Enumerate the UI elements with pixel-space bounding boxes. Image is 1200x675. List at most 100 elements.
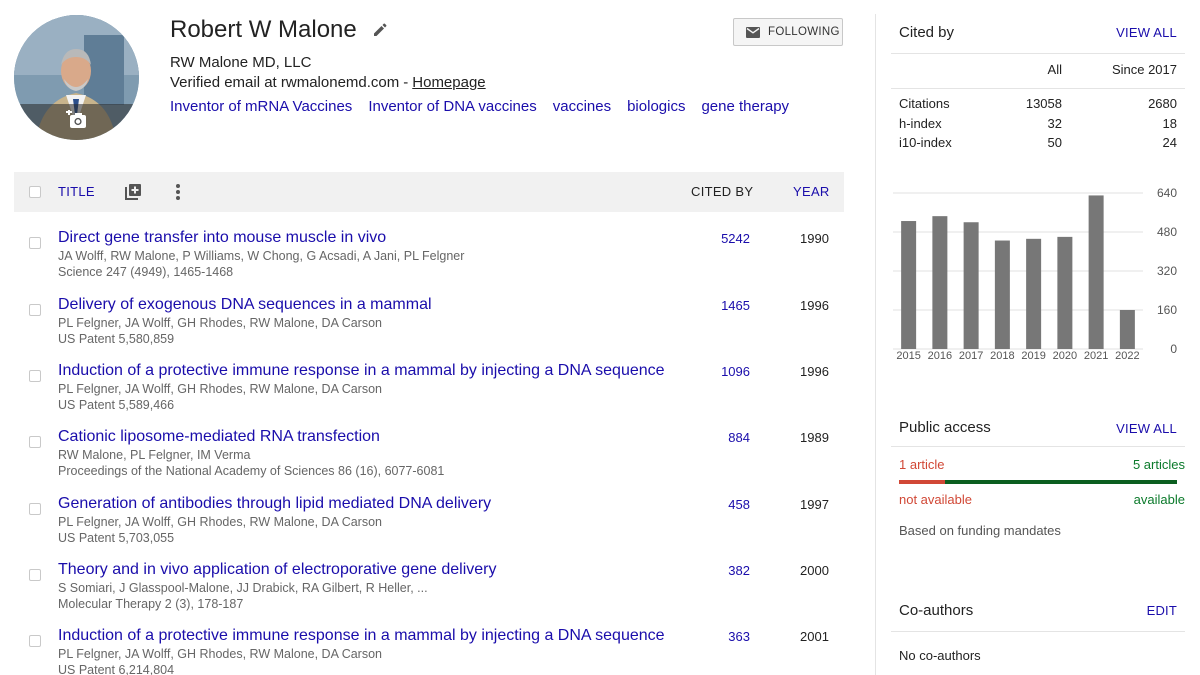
interest-link[interactable]: vaccines (553, 98, 611, 115)
y-tick-label: 640 (1157, 186, 1177, 200)
article-title[interactable]: Generation of antibodies through lipid m… (58, 495, 491, 513)
article-title[interactable]: Induction of a protective immune respons… (58, 362, 665, 380)
article-checkbox[interactable] (29, 635, 41, 647)
chart-bar-2020[interactable] (1057, 236, 1073, 349)
article-cited-by[interactable]: 382 (728, 563, 750, 578)
add-article-button[interactable] (123, 182, 143, 202)
article-title[interactable]: Delivery of exogenous DNA sequences in a… (58, 296, 432, 314)
y-tick-label: 480 (1157, 225, 1177, 239)
article-checkbox[interactable] (29, 370, 41, 382)
stat-since: 24 (1162, 135, 1177, 150)
not-available-count[interactable]: 1 article (899, 457, 945, 472)
stat-all: 13058 (1025, 96, 1062, 111)
article-row: Induction of a protective immune respons… (14, 362, 844, 422)
following-button[interactable]: FOLLOWING (733, 18, 843, 46)
stat-label[interactable]: Citations (899, 96, 950, 111)
article-checkbox[interactable] (29, 569, 41, 581)
x-tick-label: 2020 (1053, 350, 1077, 362)
stat-label[interactable]: h-index (899, 116, 942, 131)
edit-profile-button[interactable] (373, 23, 387, 37)
y-tick-label: 0 (1170, 342, 1177, 356)
public-access-view-all[interactable]: VIEW ALL (1116, 421, 1177, 436)
article-venue: US Patent 5,703,055 (58, 531, 175, 545)
available-bar (945, 480, 1177, 484)
interest-link[interactable]: biologics (627, 98, 685, 115)
divider (891, 446, 1185, 447)
article-cited-by[interactable]: 458 (728, 497, 750, 512)
x-tick-label: 2018 (990, 350, 1014, 362)
article-checkbox[interactable] (29, 237, 41, 249)
article-cited-by[interactable]: 1096 (721, 364, 750, 379)
co-authors-edit[interactable]: EDIT (1147, 603, 1177, 618)
chart-bar-2015[interactable] (901, 221, 917, 349)
article-cited-by[interactable]: 363 (728, 629, 750, 644)
stats-header-row: All Since 2017 (899, 62, 1177, 82)
cited-by-heading: Cited by (899, 24, 955, 41)
research-interests: Inventor of mRNA Vaccines Inventor of DN… (170, 98, 805, 115)
article-year: 1996 (800, 298, 829, 313)
divider (891, 53, 1185, 54)
homepage-link[interactable]: Homepage (412, 74, 485, 91)
stat-label[interactable]: i10-index (899, 135, 952, 150)
article-authors: PL Felgner, JA Wolff, GH Rhodes, RW Malo… (58, 316, 382, 330)
article-checkbox[interactable] (29, 304, 41, 316)
profile-photo[interactable] (14, 15, 139, 140)
sidebar-divider (875, 14, 876, 675)
cited-by-view-all[interactable]: VIEW ALL (1116, 25, 1177, 40)
not-available-bar (899, 480, 946, 484)
pencil-icon (373, 23, 387, 36)
col-all-header: All (1047, 62, 1062, 77)
article-authors: PL Felgner, JA Wolff, GH Rhodes, RW Malo… (58, 382, 382, 396)
interest-link[interactable]: gene therapy (701, 98, 789, 115)
article-title[interactable]: Induction of a protective immune respons… (58, 627, 665, 645)
chart-bar-2016[interactable] (932, 216, 948, 349)
x-tick-label: 2017 (959, 350, 983, 362)
article-venue: US Patent 5,580,859 (58, 332, 175, 346)
divider (891, 88, 1185, 89)
article-checkbox[interactable] (29, 503, 41, 515)
article-title[interactable]: Cationic liposome-mediated RNA transfect… (58, 428, 380, 446)
article-authors: PL Felgner, JA Wolff, GH Rhodes, RW Malo… (58, 515, 382, 529)
stats-row: i10-index 50 24 (899, 135, 1177, 155)
article-venue: Science 247 (4949), 1465-1468 (58, 265, 234, 279)
sort-by-year[interactable]: YEAR (793, 184, 830, 199)
chart-bar-2022[interactable] (1119, 310, 1135, 349)
email-separator: - (403, 74, 409, 91)
change-photo-button[interactable] (14, 104, 139, 140)
profile-name: Robert W Malone (170, 16, 357, 43)
interest-link[interactable]: Inventor of mRNA Vaccines (170, 98, 352, 115)
article-title[interactable]: Direct gene transfer into mouse muscle i… (58, 229, 386, 247)
articles-table-header: TITLE CITED BY YEAR (14, 172, 844, 212)
stats-row: h-index 32 18 (899, 116, 1177, 136)
x-tick-label: 2022 (1115, 350, 1139, 362)
email-text: Verified email at rwmalonemd.com (170, 74, 400, 91)
cited-by-section: Cited by VIEW ALL (891, 0, 1185, 60)
chart-bar-2017[interactable] (963, 222, 979, 349)
article-year: 1997 (800, 497, 829, 512)
interest-link[interactable]: Inventor of DNA vaccines (368, 98, 536, 115)
add-photo-icon (65, 110, 86, 128)
chart-bar-2019[interactable] (1026, 238, 1042, 349)
available-count[interactable]: 5 articles (1133, 457, 1185, 472)
co-authors-section: Co-authors EDIT (891, 580, 1185, 640)
x-tick-label: 2019 (1021, 350, 1045, 362)
select-all-checkbox[interactable] (29, 186, 41, 198)
co-authors-heading: Co-authors (899, 602, 974, 619)
article-cited-by[interactable]: 1465 (721, 298, 750, 313)
y-tick-label: 320 (1157, 264, 1177, 278)
chart-bar-2018[interactable] (994, 240, 1010, 349)
stat-since: 2680 (1148, 96, 1177, 111)
sort-by-title[interactable]: TITLE (58, 184, 95, 199)
stat-all: 50 (1047, 135, 1062, 150)
more-actions-button[interactable] (175, 183, 181, 201)
article-venue: US Patent 5,589,466 (58, 398, 175, 412)
article-cited-by[interactable]: 884 (728, 430, 750, 445)
article-cited-by[interactable]: 5242 (721, 231, 750, 246)
article-row: Induction of a protective immune respons… (14, 627, 844, 675)
article-title[interactable]: Theory and in vivo application of electr… (58, 561, 496, 579)
chart-bar-2021[interactable] (1088, 195, 1104, 349)
article-checkbox[interactable] (29, 436, 41, 448)
stats-row: Citations 13058 2680 (899, 96, 1177, 116)
article-row: Direct gene transfer into mouse muscle i… (14, 229, 844, 289)
article-row: Theory and in vivo application of electr… (14, 561, 844, 621)
